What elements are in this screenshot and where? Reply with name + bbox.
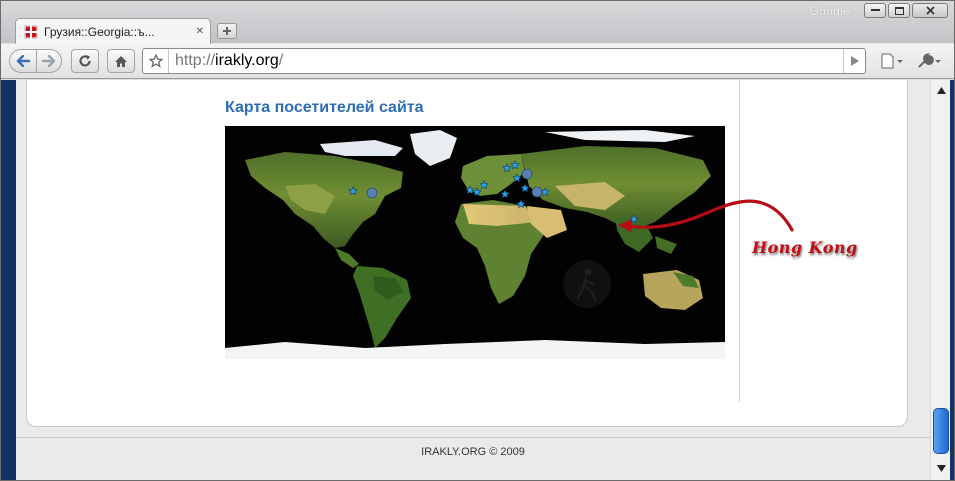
watermark-walker-icon — [563, 260, 611, 308]
visitor-map-heading: Карта посетителей сайта — [225, 99, 424, 116]
page-frame-edge — [950, 80, 954, 480]
browser-tab[interactable]: Грузия::Georgia::ъ... ✕ — [15, 18, 211, 44]
back-button[interactable] — [9, 49, 37, 73]
reload-icon — [79, 55, 91, 67]
page-viewport: Карта посетителей сайта Hong Kong IRAKLY… — [1, 80, 954, 480]
browser-toolbar: http://irakly.org/ — [1, 44, 954, 79]
new-tab-button[interactable] — [217, 23, 237, 39]
browser-window: Google Грузия::Georgia::ъ... ✕ http://ir… — [0, 0, 955, 481]
title-bar: Google Грузия::Georgia::ъ... ✕ — [1, 1, 954, 44]
page-menu-button[interactable] — [877, 50, 907, 72]
forward-arrow-icon — [42, 55, 56, 67]
visitor-cluster-marker — [531, 186, 543, 198]
visitor-cluster-marker — [366, 187, 378, 199]
maximize-icon — [894, 6, 904, 15]
brand-label: Google — [809, 4, 850, 18]
content-panel: Карта посетителей сайта Hong Kong — [26, 80, 908, 427]
star-icon — [148, 54, 163, 68]
tab-close-icon[interactable]: ✕ — [196, 26, 204, 37]
bookmark-star-button[interactable] — [143, 49, 169, 73]
footer-divider — [16, 437, 930, 438]
wrench-menu-button[interactable] — [913, 50, 945, 72]
address-bar[interactable]: http://irakly.org/ — [142, 48, 866, 74]
url-host: irakly.org — [215, 52, 279, 69]
scroll-down-button[interactable] — [932, 460, 950, 477]
reload-button[interactable] — [71, 49, 99, 73]
minimize-button[interactable] — [864, 3, 886, 18]
home-icon — [115, 55, 127, 67]
url-text[interactable]: http://irakly.org/ — [169, 52, 843, 70]
scroll-down-arrow-icon — [936, 465, 946, 472]
close-window-button[interactable] — [912, 3, 948, 18]
url-scheme: http:// — [175, 52, 216, 69]
window-controls — [864, 3, 948, 18]
visitor-cluster-marker — [521, 168, 533, 180]
scrollbar-thumb[interactable] — [933, 408, 949, 454]
url-path: / — [278, 52, 284, 69]
vertical-scrollbar[interactable] — [930, 80, 950, 480]
plus-icon — [223, 27, 231, 35]
go-arrow-icon — [850, 56, 859, 66]
maximize-button[interactable] — [888, 3, 910, 18]
scroll-up-arrow-icon — [936, 87, 946, 94]
wrench-icon — [918, 53, 941, 68]
minimize-icon — [870, 9, 880, 11]
page-menu-icon — [881, 53, 903, 69]
site-favicon-icon — [24, 24, 38, 39]
scroll-up-button[interactable] — [932, 82, 950, 99]
page-body: Карта посетителей сайта Hong Kong IRAKLY… — [16, 80, 930, 480]
home-button[interactable] — [107, 49, 135, 73]
close-icon — [925, 6, 935, 15]
forward-button[interactable] — [36, 49, 62, 73]
tab-title: Грузия::Georgia::ъ... — [44, 24, 155, 39]
hong-kong-annotation: Hong Kong — [752, 238, 858, 257]
back-arrow-icon — [16, 55, 30, 67]
go-button[interactable] — [843, 49, 865, 73]
site-footer: IRAKLY.ORG © 2009 — [421, 446, 525, 458]
